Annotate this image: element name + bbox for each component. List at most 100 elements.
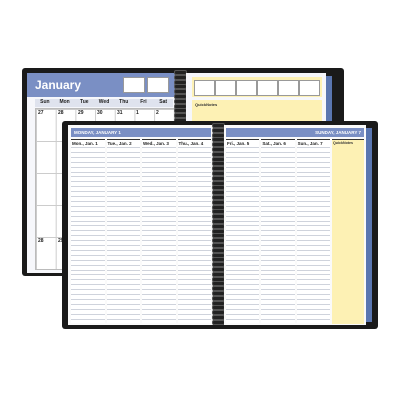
ruled-line (71, 156, 105, 158)
ruled-line (106, 279, 140, 281)
ruled-line (177, 294, 211, 295)
front-month-tabs[interactable] (366, 128, 372, 322)
ruled-line (142, 274, 176, 276)
ruled-line (296, 230, 330, 232)
ruled-line (296, 186, 330, 188)
ruled-line (296, 269, 330, 271)
day-column: Fri., Jan. 5 (226, 139, 260, 323)
ruled-line (142, 269, 176, 271)
ruled-line (177, 230, 211, 232)
ruled-line (142, 156, 176, 158)
ruled-line (296, 156, 330, 158)
ruled-line (177, 235, 211, 237)
ruled-line (106, 196, 140, 197)
ruled-line (142, 176, 176, 178)
ruled-line (177, 147, 211, 148)
ruled-line (142, 191, 176, 193)
day-lines (261, 147, 295, 323)
ruled-line (71, 313, 105, 315)
ruled-line (261, 298, 295, 300)
mini-calendar (215, 80, 236, 96)
ruled-line (261, 313, 295, 315)
ruled-line (261, 181, 295, 183)
ruled-line (261, 186, 295, 188)
ruled-line (261, 220, 295, 222)
mini-calendars-strip (192, 77, 322, 97)
ruled-line (142, 210, 176, 212)
ruled-line (177, 298, 211, 300)
weekly-right-banner: SUNDAY, JANUARY 7 (226, 128, 364, 137)
ruled-line (261, 254, 295, 256)
ruled-line (177, 264, 211, 266)
ruled-line (177, 200, 211, 202)
day-column: Wed., Jan. 3 (142, 139, 176, 323)
ruled-line (71, 245, 105, 246)
ruled-line (71, 181, 105, 183)
ruled-line (71, 308, 105, 310)
ruled-line (296, 245, 330, 246)
ruled-line (142, 230, 176, 232)
ruled-line (296, 200, 330, 202)
ruled-line (296, 313, 330, 315)
ruled-line (261, 240, 295, 242)
ruled-line (71, 230, 105, 232)
weekly-right-days: Fri., Jan. 5 Sat., Jan. 6 Sun., Jan. 7 (226, 139, 330, 323)
ruled-line (71, 289, 105, 291)
day-column: Sat., Jan. 6 (261, 139, 295, 323)
ruled-line (226, 210, 260, 212)
ruled-line (226, 240, 260, 242)
ruled-line (226, 308, 260, 310)
ruled-line (71, 171, 105, 173)
ruled-line (261, 151, 295, 153)
monthly-notes-title: QuickNotes (195, 102, 218, 107)
ruled-line (226, 191, 260, 193)
ruled-line (177, 181, 211, 183)
ruled-line (106, 166, 140, 168)
ruled-line (296, 205, 330, 207)
ruled-line (177, 308, 211, 310)
ruled-line (71, 235, 105, 237)
ruled-line (177, 274, 211, 276)
ruled-line (261, 289, 295, 291)
ruled-line (226, 205, 260, 207)
day-lines (296, 147, 330, 323)
ruled-line (142, 294, 176, 295)
day-column: Sun., Jan. 7 (296, 139, 330, 323)
weekly-right-page: SUNDAY, JANUARY 7 Fri., Jan. 5 Sat., Jan… (224, 125, 366, 325)
ruled-line (71, 205, 105, 207)
ruled-line (142, 225, 176, 227)
weekly-left-page: MONDAY, JANUARY 1 Mon., Jan. 1 Tue., Jan… (68, 125, 213, 325)
ruled-line (226, 289, 260, 291)
ruled-line (261, 259, 295, 261)
weekday-tue: Tue (80, 99, 89, 105)
ruled-line (106, 210, 140, 212)
day-lines (71, 147, 105, 323)
ruled-line (106, 298, 140, 300)
mini-calendar (236, 80, 257, 96)
ruled-line (261, 161, 295, 163)
day-29: 29 (78, 110, 84, 116)
month-banner: January (27, 73, 175, 97)
ruled-line (226, 303, 260, 305)
ruled-line (177, 240, 211, 242)
ruled-line (296, 274, 330, 276)
weekday-fri: Fri (140, 99, 147, 105)
ruled-line (226, 196, 260, 197)
weekly-notes-title: QuickNotes (333, 141, 353, 145)
ruled-line (142, 166, 176, 168)
ruled-line (226, 147, 260, 148)
weekday-sat: Sat (159, 99, 168, 105)
ruled-line (296, 279, 330, 281)
ruled-line (177, 166, 211, 168)
ruled-line (106, 156, 140, 158)
weekly-left-banner: MONDAY, JANUARY 1 (71, 128, 211, 137)
ruled-line (261, 249, 295, 251)
ruled-line (261, 245, 295, 246)
ruled-line (71, 249, 105, 251)
ruled-line (106, 264, 140, 266)
ruled-line (142, 215, 176, 217)
ruled-line (142, 171, 176, 173)
ruled-line (226, 269, 260, 271)
ruled-line (71, 264, 105, 266)
ruled-line (106, 200, 140, 202)
